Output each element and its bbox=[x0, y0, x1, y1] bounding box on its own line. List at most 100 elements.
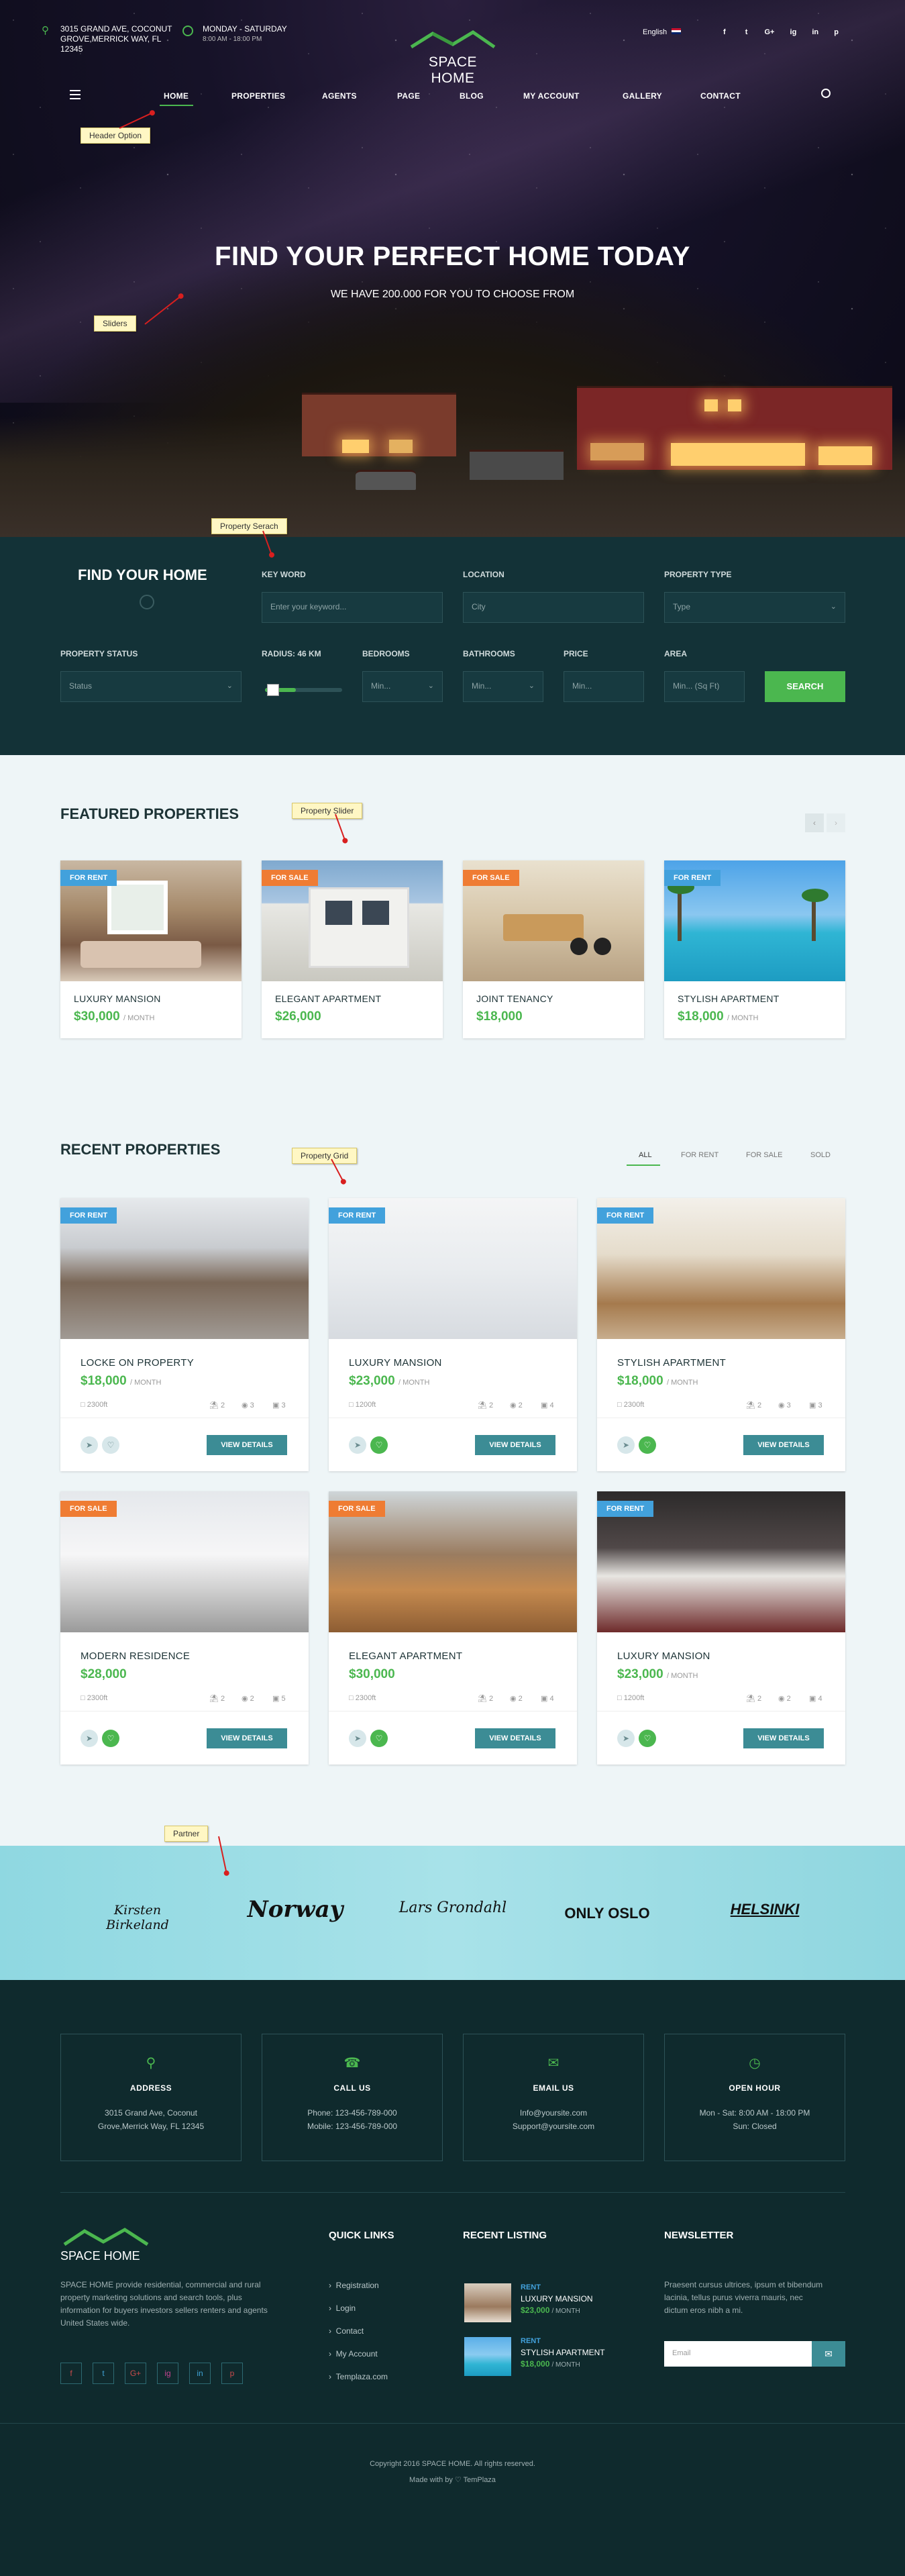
listing-thumbnail[interactable] bbox=[464, 2283, 511, 2322]
favorite-heart-icon[interactable]: ♡ bbox=[370, 1730, 388, 1747]
nav-blog[interactable]: BLOG bbox=[460, 91, 484, 101]
quick-link[interactable]: › Templaza.com bbox=[329, 2372, 388, 2381]
listing-thumbnail[interactable] bbox=[464, 2337, 511, 2376]
share-icon[interactable]: ➤ bbox=[81, 1730, 98, 1747]
partner-logo[interactable]: ONLY OSLO bbox=[557, 1905, 657, 1922]
bedrooms-select[interactable]: Min... ⌄ bbox=[362, 671, 443, 702]
slider-prev-button[interactable]: ‹ bbox=[805, 813, 824, 832]
filter-all[interactable]: ALL bbox=[639, 1151, 652, 1159]
property-type-select[interactable]: Type ⌄ bbox=[664, 592, 845, 623]
pinterest-icon[interactable]: p bbox=[834, 28, 839, 36]
instagram-icon[interactable]: ig bbox=[790, 28, 797, 36]
featured-card[interactable]: FOR RENT LUXURY MANSION $30,000 / MONTH bbox=[60, 860, 242, 1038]
recent-property-card[interactable]: FOR SALE MODERN RESIDENCE $28,000 □ 2300… bbox=[60, 1491, 309, 1765]
site-logo[interactable]: SPACE HOME bbox=[406, 30, 500, 86]
property-name[interactable]: LUXURY MANSION bbox=[617, 1650, 710, 1662]
view-details-button[interactable]: VIEW DETAILS bbox=[743, 1435, 824, 1455]
google-plus-icon[interactable]: G+ bbox=[125, 2363, 146, 2384]
nav-agents[interactable]: AGENTS bbox=[322, 91, 357, 101]
location-select[interactable]: City bbox=[463, 592, 644, 623]
pinterest-icon[interactable]: p bbox=[221, 2363, 243, 2384]
contact-line[interactable]: Support@yoursite.com bbox=[513, 2122, 594, 2131]
recent-property-card[interactable]: FOR RENT STYLISH APARTMENT $18,000 / MON… bbox=[597, 1198, 845, 1471]
view-details-button[interactable]: VIEW DETAILS bbox=[475, 1435, 555, 1455]
filter-sold[interactable]: SOLD bbox=[810, 1151, 831, 1159]
share-icon[interactable]: ➤ bbox=[349, 1436, 366, 1454]
favorite-heart-icon[interactable]: ♡ bbox=[639, 1730, 656, 1747]
property-name[interactable]: STYLISH APARTMENT bbox=[617, 1357, 726, 1369]
recent-property-card[interactable]: FOR RENT LUXURY MANSION $23,000 / MONTH … bbox=[597, 1491, 845, 1765]
property-name[interactable]: LUXURY MANSION bbox=[74, 993, 161, 1004]
featured-card[interactable]: FOR RENT STYLISH APARTMENT $18,000 / MON… bbox=[664, 860, 845, 1038]
language-selector[interactable]: English bbox=[643, 28, 682, 36]
recent-listing-item[interactable]: RENT STYLISH APARTMENT $18,000 / MONTH bbox=[521, 2336, 605, 2371]
property-name[interactable]: JOINT TENANCY bbox=[476, 993, 553, 1004]
keyword-input[interactable]: Enter your keyword... bbox=[262, 592, 443, 623]
instagram-icon[interactable]: ig bbox=[157, 2363, 178, 2384]
recent-property-card[interactable]: FOR RENT LUXURY MANSION $23,000 / MONTH … bbox=[329, 1198, 577, 1471]
newsletter-email-input[interactable]: Email bbox=[664, 2341, 812, 2367]
nav-contact[interactable]: CONTACT bbox=[700, 91, 741, 101]
view-details-button[interactable]: VIEW DETAILS bbox=[207, 1435, 287, 1455]
recent-property-card[interactable]: FOR RENT LOCKE ON PROPERTY $18,000 / MON… bbox=[60, 1198, 309, 1471]
share-icon[interactable]: ➤ bbox=[81, 1436, 98, 1454]
radius-slider[interactable] bbox=[265, 684, 342, 696]
partner-logo[interactable]: Norway bbox=[242, 1896, 349, 1923]
quick-link[interactable]: › Login bbox=[329, 2303, 356, 2313]
nav-my-account[interactable]: MY ACCOUNT bbox=[523, 91, 580, 101]
view-details-button[interactable]: VIEW DETAILS bbox=[475, 1728, 555, 1748]
favorite-heart-icon[interactable]: ♡ bbox=[102, 1730, 119, 1747]
hamburger-menu-icon[interactable] bbox=[70, 90, 81, 99]
partner-logo[interactable]: HELSINKI bbox=[714, 1901, 815, 1918]
linkedin-icon[interactable]: in bbox=[189, 2363, 211, 2384]
property-name[interactable]: LOCKE ON PROPERTY bbox=[81, 1357, 194, 1369]
share-icon[interactable]: ➤ bbox=[617, 1436, 635, 1454]
quick-link[interactable]: › Registration bbox=[329, 2281, 379, 2290]
nav-properties[interactable]: PROPERTIES bbox=[231, 91, 285, 101]
share-icon[interactable]: ➤ bbox=[349, 1730, 366, 1747]
search-icon[interactable] bbox=[821, 89, 831, 98]
featured-card[interactable]: FOR SALE ELEGANT APARTMENT $26,000 bbox=[262, 860, 443, 1038]
filter-for-sale[interactable]: FOR SALE bbox=[746, 1151, 782, 1159]
price-value: $18,000 bbox=[678, 1009, 724, 1024]
nav-home[interactable]: HOME bbox=[164, 91, 189, 101]
favorite-heart-icon[interactable]: ♡ bbox=[102, 1436, 119, 1454]
recent-listing-item[interactable]: RENT LUXURY MANSION $23,000 / MONTH bbox=[521, 2282, 593, 2317]
facebook-icon[interactable]: f bbox=[723, 28, 726, 36]
property-name[interactable]: ELEGANT APARTMENT bbox=[275, 993, 381, 1004]
search-button[interactable]: SEARCH bbox=[765, 671, 845, 702]
view-details-button[interactable]: VIEW DETAILS bbox=[743, 1728, 824, 1748]
featured-card[interactable]: FOR SALE JOINT TENANCY $18,000 bbox=[463, 860, 644, 1038]
property-status-select[interactable]: Status ⌄ bbox=[60, 671, 242, 702]
quick-link[interactable]: › Contact bbox=[329, 2326, 364, 2336]
share-icon[interactable]: ➤ bbox=[617, 1730, 635, 1747]
facebook-icon[interactable]: f bbox=[60, 2363, 82, 2384]
nav-gallery[interactable]: GALLERY bbox=[623, 91, 662, 101]
property-name[interactable]: ELEGANT APARTMENT bbox=[349, 1650, 462, 1662]
property-name[interactable]: LUXURY MANSION bbox=[349, 1357, 442, 1369]
slider-next-button[interactable]: › bbox=[827, 813, 845, 832]
bathrooms-select[interactable]: Min... ⌄ bbox=[463, 671, 543, 702]
linkedin-icon[interactable]: in bbox=[812, 28, 818, 36]
twitter-icon[interactable]: t bbox=[745, 28, 748, 36]
partner-logo[interactable]: Kirsten Birkeland bbox=[84, 1903, 191, 1932]
favorite-heart-icon[interactable]: ♡ bbox=[639, 1436, 656, 1454]
recent-property-card[interactable]: FOR SALE ELEGANT APARTMENT $30,000 □ 230… bbox=[329, 1491, 577, 1765]
made-by[interactable]: Made with by ♡ TemPlaza bbox=[0, 2475, 905, 2484]
radius-slider-handle[interactable] bbox=[266, 684, 279, 696]
footer-logo[interactable]: SPACE HOME bbox=[60, 2227, 154, 2263]
price-input[interactable]: Min... bbox=[564, 671, 644, 702]
property-name[interactable]: STYLISH APARTMENT bbox=[678, 993, 780, 1004]
favorite-heart-icon[interactable]: ♡ bbox=[370, 1436, 388, 1454]
nav-page[interactable]: PAGE bbox=[397, 91, 420, 101]
filter-for-rent[interactable]: FOR RENT bbox=[681, 1151, 718, 1159]
property-name[interactable]: MODERN RESIDENCE bbox=[81, 1650, 190, 1662]
google-plus-icon[interactable]: G+ bbox=[764, 28, 774, 36]
twitter-icon[interactable]: t bbox=[93, 2363, 114, 2384]
newsletter-submit-button[interactable]: ✉ bbox=[812, 2341, 845, 2367]
contact-line[interactable]: Info@yoursite.com bbox=[520, 2108, 587, 2118]
quick-link[interactable]: › My Account bbox=[329, 2349, 378, 2359]
area-input[interactable]: Min... (Sq Ft) bbox=[664, 671, 745, 702]
partner-logo[interactable]: Lars Grondahl bbox=[396, 1899, 510, 1916]
view-details-button[interactable]: VIEW DETAILS bbox=[207, 1728, 287, 1748]
